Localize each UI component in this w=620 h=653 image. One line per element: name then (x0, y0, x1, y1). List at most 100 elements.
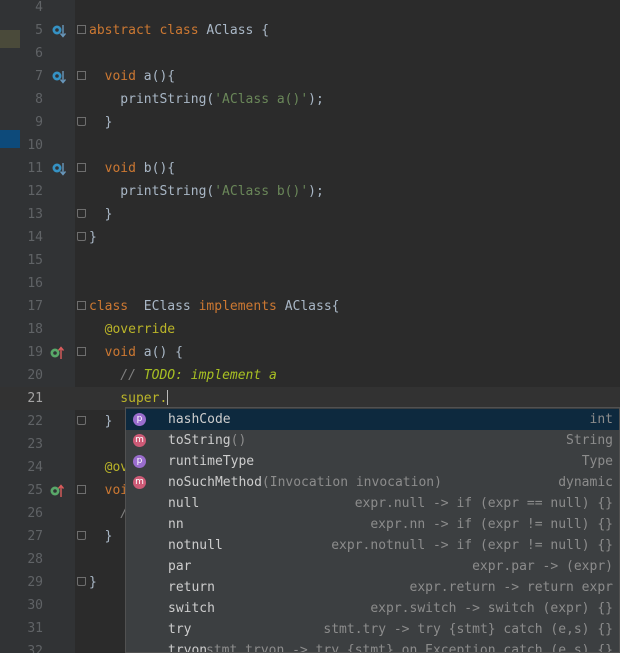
implementing-method-icon[interactable] (50, 346, 64, 360)
fold-end-marker[interactable] (77, 577, 86, 586)
line-number: 27 (27, 529, 43, 544)
completion-item-name: null (168, 493, 199, 514)
completion-item-name: noSuchMethod(Invocation invocation) (168, 472, 442, 493)
completion-item[interactable]: return expr.return -> return expr (126, 577, 619, 598)
line-number: 8 (35, 92, 43, 107)
code-text: voi (89, 479, 129, 502)
completion-item-name: notnull (168, 535, 223, 556)
code-line[interactable]: 11 void b(){ (0, 157, 620, 180)
line-number: 6 (35, 46, 43, 61)
overridden-method-icon[interactable] (52, 24, 66, 38)
fold-end-marker[interactable] (77, 531, 86, 540)
code-text: } (89, 111, 113, 134)
code-text: / (89, 502, 128, 525)
completion-item[interactable]: m toString() String (126, 430, 619, 451)
completion-item-type: expr.notnull -> if (expr != null) {} (331, 538, 613, 553)
line-number: 31 (27, 621, 43, 636)
text-caret (167, 390, 169, 405)
fold-start-marker[interactable] (77, 71, 86, 80)
code-token: ); (308, 184, 324, 199)
code-line[interactable]: 18 @override (0, 318, 620, 341)
completion-item[interactable]: p runtimeType Type (126, 451, 619, 472)
line-number: 20 (27, 368, 43, 383)
completion-popup[interactable]: p hashCode int m toString() String p runtimeTyp… (125, 407, 620, 653)
fold-start-marker[interactable] (77, 301, 86, 310)
code-token: AClass { (206, 23, 270, 38)
completion-item-name: return (168, 577, 215, 598)
implementing-method-icon[interactable] (50, 484, 64, 498)
code-line[interactable]: 20 // TODO: implement a (0, 364, 620, 387)
code-token: @override (89, 322, 176, 337)
completion-item-label: runtimeType (168, 454, 255, 469)
code-token: AClass{ (284, 299, 340, 314)
code-line[interactable]: 6 (0, 42, 620, 65)
code-line[interactable]: 8 printString('AClass a()'); (0, 88, 620, 111)
completion-item-type: Type (581, 454, 613, 469)
code-token: void (89, 69, 144, 84)
code-line[interactable]: 5 abstract class AClass { (0, 19, 620, 42)
code-line[interactable]: 4 (0, 0, 620, 19)
code-text: } (89, 410, 113, 433)
line-number: 22 (27, 414, 43, 429)
completion-item-label: tryon (168, 643, 208, 653)
code-token: / (89, 506, 129, 521)
completion-item-type: stmt.try -> try {stmt} catch (e,s) {} (323, 622, 613, 637)
completion-item[interactable]: tryon stmt.tryon -> try {stmt} on Excepti… (126, 640, 619, 653)
property-icon: p (133, 413, 146, 426)
completion-item[interactable]: par expr.par -> (expr) (126, 556, 619, 577)
overridden-method-icon[interactable] (52, 162, 66, 176)
fold-start-marker[interactable] (77, 485, 86, 494)
completion-item-label: nn (168, 517, 184, 532)
code-token: class (89, 299, 144, 314)
completion-item[interactable]: notnull expr.notnull -> if (expr != null)… (126, 535, 619, 556)
completion-item-label: try (168, 622, 192, 637)
fold-end-marker[interactable] (77, 209, 86, 218)
code-line[interactable]: 17 class EClass implements AClass{ (0, 295, 620, 318)
code-token: 'AClass b()' (214, 184, 309, 199)
code-text: class EClass implements AClass{ (89, 295, 339, 318)
completion-item-type: expr.return -> return expr (409, 580, 614, 595)
code-line[interactable]: 16 (0, 272, 620, 295)
code-line[interactable]: 9 } (0, 111, 620, 134)
code-line[interactable]: 7 void a(){ (0, 65, 620, 88)
fold-end-marker[interactable] (77, 232, 86, 241)
completion-item[interactable]: p hashCode int (126, 409, 619, 430)
line-number: 5 (35, 23, 43, 38)
completion-item[interactable]: null expr.null -> if (expr == null) {} (126, 493, 619, 514)
code-token: } (89, 529, 113, 544)
code-token: EClass (143, 299, 199, 314)
completion-item-label: null (168, 496, 200, 511)
completion-item[interactable]: m noSuchMethod(Invocation invocation) dyna… (126, 472, 619, 493)
completion-item[interactable]: nn expr.nn -> if (expr != null) {} (126, 514, 619, 535)
code-text: printString('AClass a()'); (89, 88, 324, 111)
completion-item-name: switch (168, 598, 215, 619)
completion-item-name: tryon (168, 640, 208, 653)
code-line[interactable]: 13 } (0, 203, 620, 226)
overridden-method-icon[interactable] (52, 70, 66, 84)
fold-start-marker[interactable] (77, 347, 86, 356)
fold-end-marker[interactable] (77, 416, 86, 425)
completion-item-type: String (566, 433, 613, 448)
completion-item[interactable]: try stmt.try -> try {stmt} catch (e,s) {} (126, 619, 619, 640)
line-number: 7 (35, 69, 43, 84)
code-line[interactable]: 19 void a() { (0, 341, 620, 364)
completion-item-name: toString() (168, 430, 246, 451)
fold-end-marker[interactable] (77, 117, 86, 126)
code-token: printString( (89, 184, 215, 199)
completion-item[interactable]: switch expr.switch -> switch (expr) {} (126, 598, 619, 619)
code-token: a(){ (143, 69, 176, 84)
line-number: 15 (27, 253, 43, 268)
completion-item-type: expr.null -> if (expr == null) {} (354, 496, 613, 511)
method-icon: m (133, 434, 146, 447)
code-line[interactable]: 12 printString('AClass b()'); (0, 180, 620, 203)
code-line[interactable]: 15 (0, 249, 620, 272)
fold-start-marker[interactable] (77, 25, 86, 34)
line-number: 24 (27, 460, 43, 475)
code-text: @override (89, 318, 175, 341)
completion-item-type: stmt.tryon -> try {stmt} on Exception ca… (206, 643, 613, 653)
fold-start-marker[interactable] (77, 163, 86, 172)
code-line[interactable]: 10 (0, 134, 620, 157)
completion-item-label: hashCode (168, 412, 231, 427)
code-line[interactable]: 14} (0, 226, 620, 249)
completion-item-name: nn (168, 514, 184, 535)
